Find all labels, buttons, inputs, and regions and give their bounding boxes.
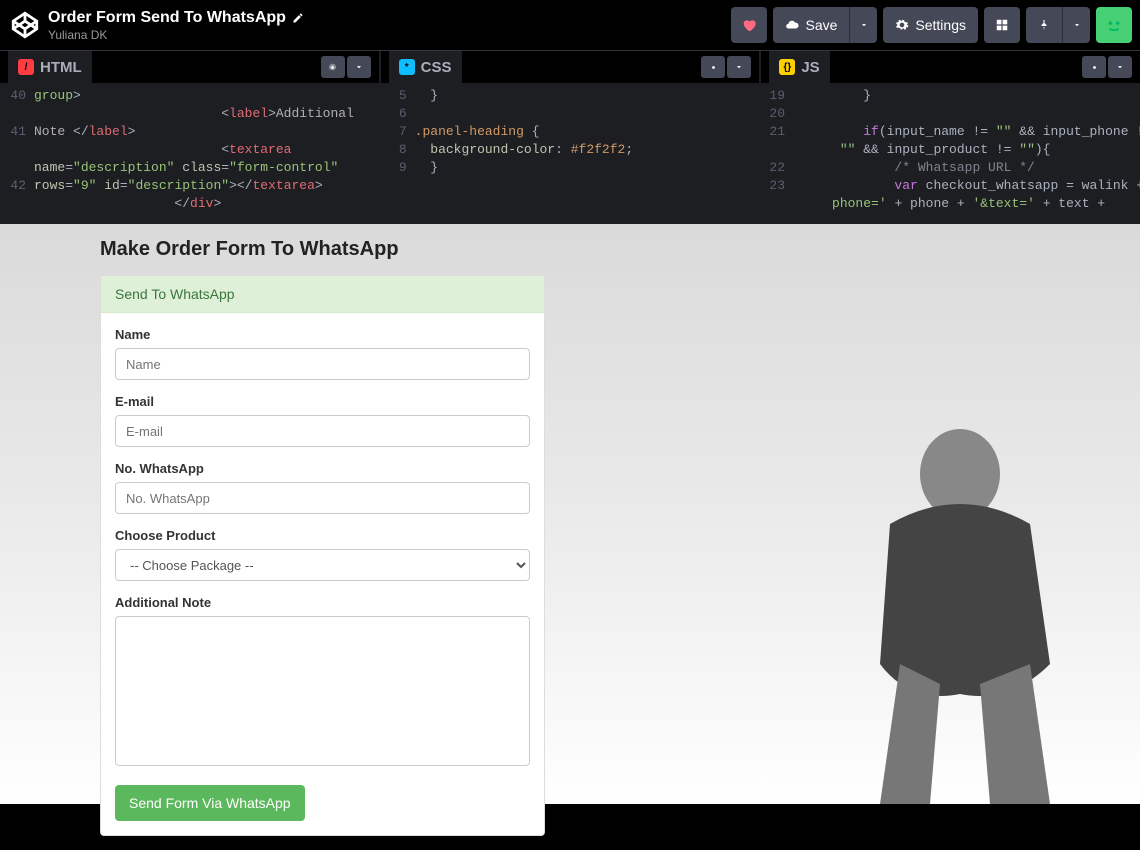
chevron-down-icon (354, 62, 364, 72)
heart-icon (741, 17, 757, 33)
html-label: HTML (40, 59, 82, 76)
pin-split (1026, 7, 1090, 43)
like-button[interactable] (731, 7, 767, 43)
save-button[interactable]: Save (773, 7, 849, 43)
pin-dropdown[interactable] (1062, 7, 1090, 43)
phone-input[interactable] (115, 482, 530, 514)
chevron-down-icon (1115, 62, 1125, 72)
avatar-face-icon (1103, 14, 1125, 36)
note-label: Additional Note (115, 595, 530, 610)
pencil-icon[interactable] (292, 12, 304, 24)
chevron-down-icon (734, 62, 744, 72)
chevron-down-icon (859, 20, 869, 30)
gear-icon (1089, 62, 1100, 73)
layout-button[interactable] (984, 7, 1020, 43)
html-settings[interactable] (321, 56, 345, 78)
js-lines: } if(input_name != "" && input_phone != … (791, 83, 1140, 224)
pin-icon (1038, 19, 1050, 31)
css-label: CSS (421, 59, 452, 76)
gear-icon (708, 62, 719, 73)
css-editor: * CSS 56789 } .panel-heading { backgroun… (381, 51, 760, 224)
html-icon: / (18, 59, 34, 75)
js-dropdown[interactable] (1108, 56, 1132, 78)
page-title: Make Order Form To WhatsApp (100, 238, 1040, 261)
panel-body: Name E-mail No. WhatsApp Choose Product … (101, 313, 544, 835)
grid-icon (995, 18, 1009, 32)
header-actions: Save Settings (731, 7, 1132, 43)
codepen-icon (11, 11, 39, 39)
html-dropdown[interactable] (347, 56, 371, 78)
css-code[interactable]: 56789 } .panel-heading { background-colo… (381, 83, 760, 224)
js-editor-header: {} JS (761, 51, 1140, 83)
css-lines: } .panel-heading { background-color: #f2… (413, 83, 639, 224)
pen-author[interactable]: Yuliana DK (48, 28, 731, 42)
gear-icon (895, 18, 909, 32)
preview-pane: Make Order Form To WhatsApp Send To What… (0, 224, 1140, 804)
phone-label: No. WhatsApp (115, 461, 530, 476)
codepen-logo[interactable] (8, 8, 42, 42)
css-dropdown[interactable] (727, 56, 751, 78)
html-lines: group> <label>Additional Note </label> <… (32, 83, 360, 224)
title-block: Order Form Send To WhatsApp Yuliana DK (48, 9, 731, 42)
gear-icon (327, 62, 338, 73)
html-tab[interactable]: / HTML (8, 51, 92, 83)
save-dropdown[interactable] (849, 7, 877, 43)
app-header: Order Form Send To WhatsApp Yuliana DK S… (0, 0, 1140, 50)
save-label: Save (805, 17, 837, 33)
js-tab[interactable]: {} JS (769, 51, 829, 83)
js-label: JS (801, 59, 819, 76)
avatar[interactable] (1096, 7, 1132, 43)
js-gutter: 192021 2223 (761, 83, 791, 224)
html-editor: / HTML 40 41 42 group> <label>Additional… (0, 51, 379, 224)
chevron-down-icon (1072, 20, 1082, 30)
js-icon: {} (779, 59, 795, 75)
form-panel: Send To WhatsApp Name E-mail No. WhatsAp… (100, 275, 545, 836)
settings-label: Settings (915, 17, 966, 33)
html-code[interactable]: 40 41 42 group> <label>Additional Note <… (0, 83, 379, 224)
css-settings[interactable] (701, 56, 725, 78)
note-textarea[interactable] (115, 616, 530, 766)
name-label: Name (115, 327, 530, 342)
editors-row: / HTML 40 41 42 group> <label>Additional… (0, 50, 1140, 224)
cloud-icon (785, 18, 799, 32)
product-select[interactable]: -- Choose Package -- (115, 549, 530, 581)
html-gutter: 40 41 42 (0, 83, 32, 224)
css-editor-header: * CSS (381, 51, 760, 83)
settings-button[interactable]: Settings (883, 7, 978, 43)
panel-heading: Send To WhatsApp (101, 276, 544, 313)
submit-button[interactable]: Send Form Via WhatsApp (115, 785, 305, 821)
save-split: Save (773, 7, 877, 43)
email-label: E-mail (115, 394, 530, 409)
css-icon: * (399, 59, 415, 75)
pin-button[interactable] (1026, 7, 1062, 43)
name-input[interactable] (115, 348, 530, 380)
css-gutter: 56789 (381, 83, 413, 224)
js-code[interactable]: 192021 2223 } if(input_name != "" && inp… (761, 83, 1140, 224)
product-label: Choose Product (115, 528, 530, 543)
email-input[interactable] (115, 415, 530, 447)
css-tab[interactable]: * CSS (389, 51, 462, 83)
pen-title[interactable]: Order Form Send To WhatsApp (48, 9, 286, 27)
js-editor: {} JS 192021 2223 } if(input_name != "" … (761, 51, 1140, 224)
js-settings[interactable] (1082, 56, 1106, 78)
html-editor-header: / HTML (0, 51, 379, 83)
